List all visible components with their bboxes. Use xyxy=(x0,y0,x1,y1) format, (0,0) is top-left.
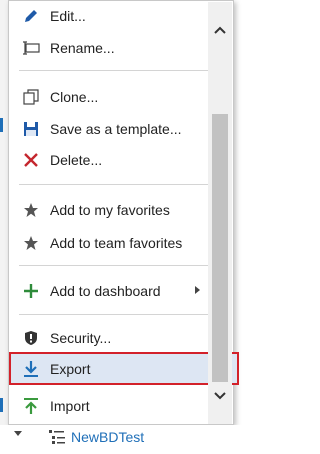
background-edge-marker xyxy=(0,118,3,132)
menu-item-label: Clone... xyxy=(50,89,99,105)
floppy-disk-icon xyxy=(22,120,40,138)
menu-item-add-to-my-favorites[interactable]: Add to my favorites xyxy=(10,195,206,225)
menu-scrollbar[interactable] xyxy=(208,2,232,424)
menu-item-save-as-template[interactable]: Save as a template... xyxy=(10,114,206,144)
menu-item-edit[interactable]: Edit... xyxy=(10,1,206,31)
menu-item-label: Security... xyxy=(50,330,112,346)
menu-separator xyxy=(19,70,211,71)
plus-icon xyxy=(22,282,40,300)
menu-item-export[interactable]: Export xyxy=(9,352,239,385)
star-icon xyxy=(22,234,40,252)
menu-item-label: Save as a template... xyxy=(50,121,182,137)
context-menu: Edit... Rename... Clone... Save as a tem… xyxy=(8,0,239,425)
tree-row[interactable]: NewBDTest xyxy=(0,425,242,454)
pencil-icon xyxy=(22,7,40,25)
menu-item-add-to-team-favorites[interactable]: Add to team favorites xyxy=(10,228,206,258)
scrollbar-thumb[interactable] xyxy=(212,114,228,382)
tree-item-icon xyxy=(48,428,66,451)
menu-item-label: Rename... xyxy=(50,40,115,56)
menu-separator xyxy=(19,184,211,185)
menu-item-clone[interactable]: Clone... xyxy=(10,82,206,112)
expand-caret-icon[interactable] xyxy=(14,431,22,436)
menu-item-rename[interactable]: Rename... xyxy=(10,33,206,63)
download-arrow-icon xyxy=(22,360,40,378)
scroll-down-chevron-icon[interactable] xyxy=(212,388,228,404)
menu-item-label: Add to dashboard xyxy=(50,283,161,299)
menu-item-label: Edit... xyxy=(50,8,86,24)
menu-separator xyxy=(19,265,211,266)
upload-arrow-icon xyxy=(22,397,40,415)
menu-item-security[interactable]: Security... xyxy=(10,323,206,353)
background-edge-marker xyxy=(0,398,3,412)
menu-item-import[interactable]: Import xyxy=(10,391,206,421)
menu-item-label: Add to team favorites xyxy=(50,235,183,251)
menu-item-add-to-dashboard[interactable]: Add to dashboard xyxy=(10,276,206,306)
scroll-up-chevron-icon[interactable] xyxy=(212,22,228,38)
rename-icon xyxy=(22,39,40,57)
menu-item-label: Delete... xyxy=(50,152,103,168)
menu-item-label: Import xyxy=(50,398,90,414)
submenu-arrow-icon xyxy=(195,286,200,294)
delete-x-icon xyxy=(22,151,40,169)
menu-separator xyxy=(19,314,211,315)
shield-icon xyxy=(22,329,40,347)
star-icon xyxy=(22,201,40,219)
menu-item-label: Export xyxy=(50,360,91,377)
menu-item-delete[interactable]: Delete... xyxy=(10,145,206,175)
menu-item-label: Add to my favorites xyxy=(50,202,170,218)
clone-icon xyxy=(22,88,40,106)
background-page-strip xyxy=(0,0,8,454)
tree-item-label[interactable]: NewBDTest xyxy=(71,429,144,445)
